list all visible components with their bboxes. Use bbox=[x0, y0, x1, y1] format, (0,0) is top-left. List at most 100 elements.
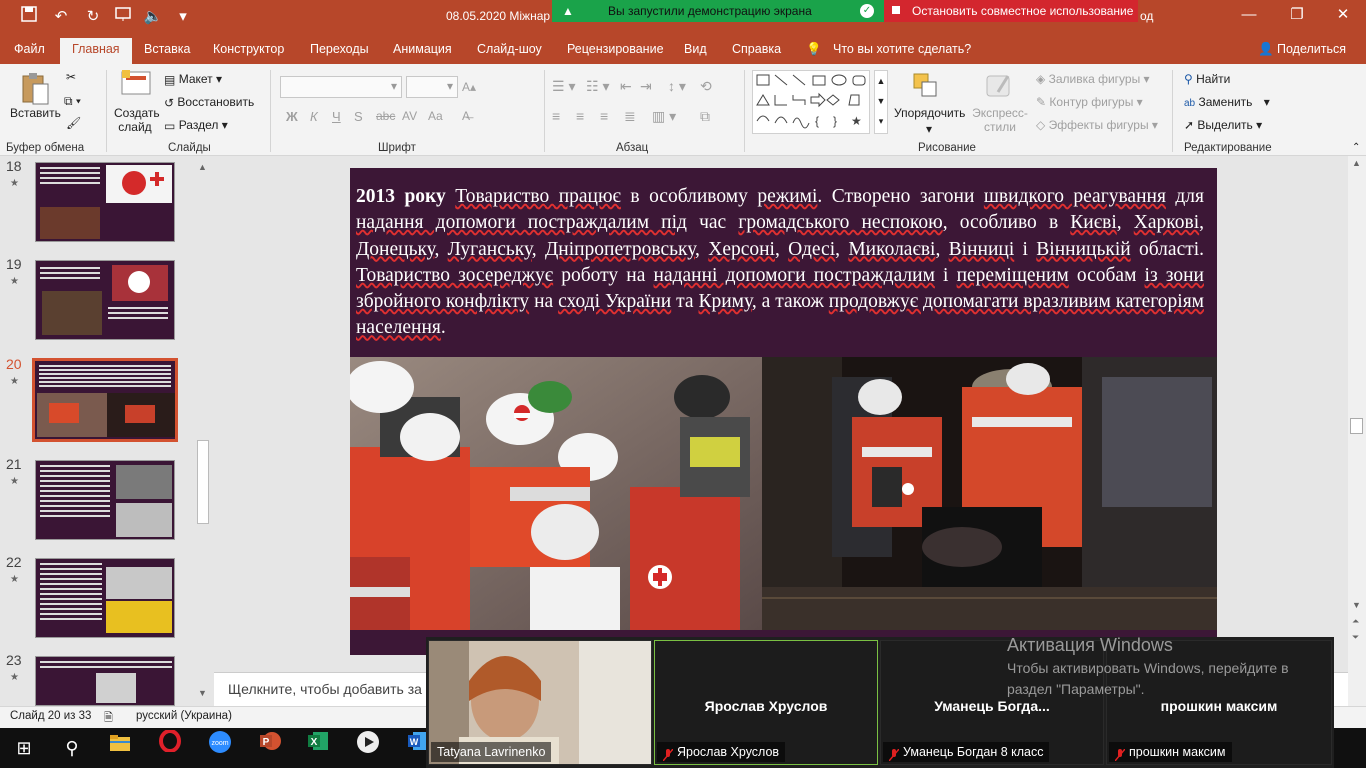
clear-format-icon[interactable]: A̶ bbox=[462, 109, 470, 123]
thumbnail-slide-19[interactable] bbox=[35, 260, 175, 340]
copy-icon[interactable]: ⧉ ▾ bbox=[64, 94, 81, 109]
shape-effects-button[interactable]: ◇ Эффекты фигуры ▾ bbox=[1036, 118, 1158, 132]
tab-design[interactable]: Конструктор bbox=[213, 42, 284, 56]
slide-scrollbar[interactable]: ▲ ▼ ⏶ ⏷ bbox=[1348, 156, 1366, 706]
media-player-icon[interactable] bbox=[346, 730, 390, 766]
align-right-icon[interactable]: ≡ bbox=[600, 108, 608, 124]
increase-indent-icon[interactable]: ⇥ bbox=[640, 78, 652, 95]
arrange-button[interactable]: Упорядочить bbox=[894, 106, 965, 120]
quick-styles-button[interactable]: Экспресс-стили bbox=[970, 106, 1030, 134]
share-button[interactable]: Поделиться bbox=[1277, 42, 1346, 56]
restore-icon[interactable]: ❐ bbox=[1274, 0, 1320, 30]
change-case-button[interactable]: Aa bbox=[428, 109, 443, 123]
participant-tile-video[interactable]: Tatyana Lavrinenko bbox=[428, 640, 652, 765]
reset-button[interactable]: ↺ Восстановить bbox=[164, 95, 254, 110]
tab-transitions[interactable]: Переходы bbox=[310, 42, 369, 56]
justify-icon[interactable]: ≣ bbox=[624, 108, 636, 125]
shadow-button[interactable]: S bbox=[354, 109, 363, 124]
arrange-dropdown[interactable]: ▾ bbox=[926, 122, 932, 136]
slide-body-text[interactable]: 2013 року Товариство працює в особливому… bbox=[356, 184, 1204, 342]
tab-review[interactable]: Рецензирование bbox=[567, 42, 664, 56]
tab-file[interactable]: Файл bbox=[14, 42, 45, 56]
tell-me-search[interactable]: Что вы хотите сделать? bbox=[833, 42, 971, 56]
stop-share-button[interactable]: Остановить совместное использование bbox=[884, 0, 1138, 22]
arrange-icon[interactable] bbox=[910, 70, 940, 103]
paint-bucket-icon: ◈ bbox=[1036, 72, 1046, 86]
cut-icon[interactable]: ✂ bbox=[66, 70, 76, 84]
redo-icon[interactable]: ↻ bbox=[82, 6, 104, 28]
scroll-thumb[interactable] bbox=[1350, 418, 1363, 434]
spelling-icon[interactable]: 🗎 bbox=[104, 709, 113, 728]
tab-home[interactable]: Главная bbox=[60, 38, 132, 64]
bold-button[interactable]: Ж bbox=[286, 109, 298, 124]
tab-insert[interactable]: Вставка bbox=[144, 42, 190, 56]
italic-button[interactable]: К bbox=[310, 109, 318, 124]
new-slide-icon[interactable] bbox=[120, 70, 152, 99]
tab-slideshow[interactable]: Слайд-шоу bbox=[477, 42, 542, 56]
quick-styles-icon[interactable] bbox=[984, 70, 1014, 103]
tab-animations[interactable]: Анимация bbox=[393, 42, 452, 56]
scroll-thumb[interactable] bbox=[197, 440, 209, 524]
present-icon[interactable] bbox=[112, 6, 134, 28]
file-explorer-icon[interactable] bbox=[98, 730, 142, 766]
select-button[interactable]: ➚ Выделить ▾ bbox=[1184, 118, 1262, 132]
search-icon: ⚲ bbox=[1184, 72, 1193, 86]
thumbnail-slide-18[interactable] bbox=[35, 162, 175, 242]
stop-share-label: Остановить совместное использование bbox=[912, 4, 1134, 18]
thumbnail-slide-23[interactable] bbox=[35, 656, 175, 706]
grow-font-icon[interactable]: A▴ bbox=[462, 80, 476, 94]
underline-button[interactable]: Ч bbox=[332, 109, 341, 124]
decrease-indent-icon[interactable]: ⇤ bbox=[620, 78, 632, 95]
find-button[interactable]: ⚲ Найти bbox=[1184, 72, 1230, 86]
thumbnail-scrollbar[interactable]: ▲ ▼ bbox=[196, 158, 210, 704]
windows-start-icon[interactable]: ⊞ bbox=[2, 730, 46, 766]
collapse-ribbon-icon[interactable]: ⌃ bbox=[1352, 142, 1360, 153]
numbering-icon[interactable]: ☷ ▾ bbox=[586, 78, 609, 95]
paste-button[interactable]: Вставить bbox=[10, 106, 61, 120]
replace-button[interactable]: ab Заменить ▾ bbox=[1184, 95, 1270, 109]
customize-toolbar-icon[interactable]: ▾ bbox=[172, 6, 194, 28]
tab-help[interactable]: Справка bbox=[732, 42, 781, 56]
undo-icon[interactable]: ↶ bbox=[50, 6, 72, 28]
zoom-icon[interactable]: zoom bbox=[198, 730, 242, 766]
format-painter-icon[interactable]: 🖌 bbox=[66, 116, 81, 130]
language-indicator[interactable]: русский (Украина) bbox=[136, 710, 232, 722]
opera-icon[interactable] bbox=[148, 729, 192, 766]
spellcheck-run: Вінницькій bbox=[1036, 238, 1131, 260]
thumbnail-slide-20[interactable] bbox=[32, 358, 178, 442]
paste-icon[interactable] bbox=[20, 72, 50, 109]
line-spacing-icon[interactable]: ↕ ▾ bbox=[668, 78, 686, 95]
spacing-button[interactable]: AV bbox=[402, 109, 417, 123]
font-size-select[interactable]: ▾ bbox=[406, 76, 458, 98]
thumbnail-slide-22[interactable] bbox=[35, 558, 175, 638]
layout-button[interactable]: ▤ Макет ▾ bbox=[164, 72, 222, 87]
participant-label-row: прошкин максим bbox=[1109, 742, 1232, 762]
font-name-select[interactable]: ▾ bbox=[280, 76, 402, 98]
align-left-icon[interactable]: ≡ bbox=[552, 108, 560, 124]
powerpoint-icon[interactable]: P bbox=[248, 730, 292, 766]
speaker-icon[interactable]: 🔈 bbox=[142, 6, 164, 28]
section-button[interactable]: ▭ Раздел ▾ bbox=[164, 118, 228, 133]
align-center-icon[interactable]: ≡ bbox=[576, 108, 584, 124]
current-slide[interactable]: 2013 року Товариство працює в особливому… bbox=[350, 168, 1217, 655]
participant-tile-active-speaker[interactable]: Ярослав Хруслов Ярослав Хруслов bbox=[654, 640, 878, 765]
participant-label-row: Уманець Богдан 8 класс bbox=[883, 742, 1050, 762]
shape-fill-button[interactable]: ◈ Заливка фигуры ▾ bbox=[1036, 72, 1150, 86]
save-icon[interactable] bbox=[18, 6, 40, 28]
thumbnail-slide-21[interactable] bbox=[35, 460, 175, 540]
excel-icon[interactable]: X bbox=[296, 730, 340, 766]
bullets-icon[interactable]: ☰ ▾ bbox=[552, 78, 575, 95]
participant-label-row: Ярослав Хруслов bbox=[657, 742, 786, 762]
shape-outline-button[interactable]: ✎ Контур фигуры ▾ bbox=[1036, 95, 1143, 109]
shapes-gallery[interactable]: {} ★ bbox=[752, 70, 870, 134]
minimize-icon[interactable]: — bbox=[1226, 0, 1272, 30]
tab-view[interactable]: Вид bbox=[684, 42, 707, 56]
columns-icon[interactable]: ▥ ▾ bbox=[652, 108, 676, 125]
new-slide-button[interactable]: Создать слайд bbox=[114, 106, 160, 134]
close-icon[interactable]: ✕ bbox=[1320, 0, 1366, 30]
strikethrough-button[interactable]: abc bbox=[376, 109, 395, 123]
text-direction-icon[interactable]: ⟲ bbox=[700, 78, 712, 95]
gallery-scroll[interactable]: ▲ ▼ ▾ bbox=[874, 70, 888, 134]
smartart-icon[interactable]: ⧉ bbox=[700, 108, 710, 125]
search-icon[interactable]: ⚲ bbox=[50, 730, 94, 766]
